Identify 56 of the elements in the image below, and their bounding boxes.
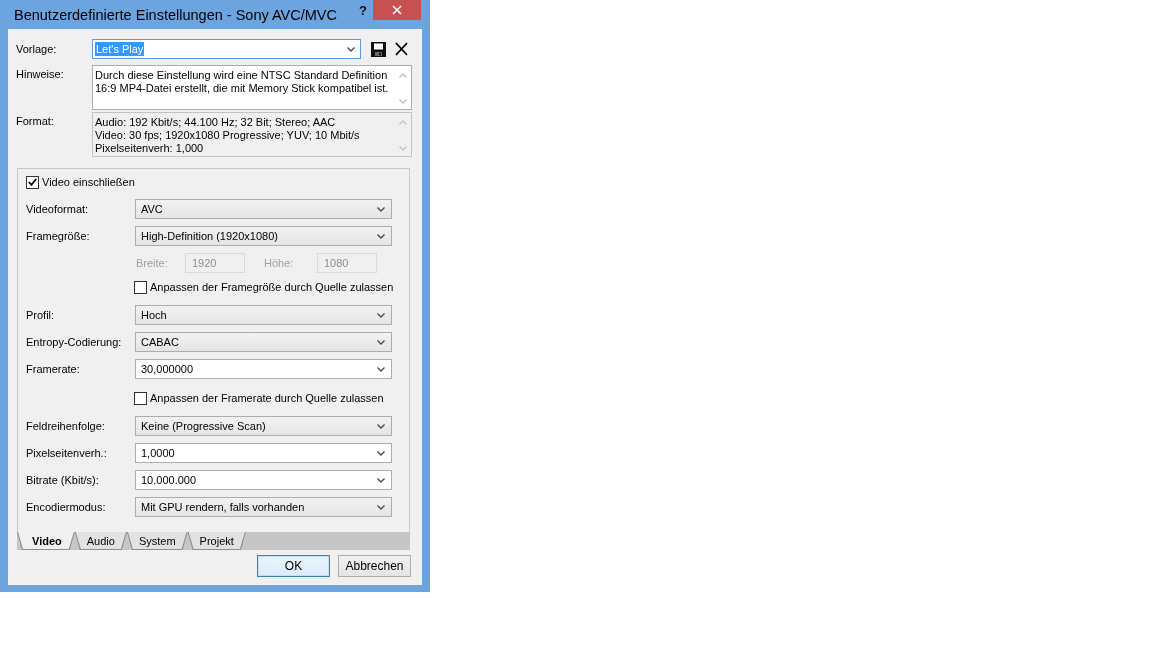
close-button[interactable] [373, 0, 421, 20]
dropdown[interactable]: Hoch [135, 305, 392, 325]
chevron-down-icon [377, 366, 385, 372]
dropdown[interactable]: High-Definition (1920x1080) [135, 226, 392, 246]
width-label: Breite: [135, 257, 169, 269]
window-title: Benutzerdefinierte Einstellungen - Sony AVC/MVC [14, 8, 338, 23]
tab[interactable]: System [126, 532, 188, 550]
height-label: Höhe: [263, 257, 295, 269]
checkmark-icon [28, 178, 37, 186]
checkbox[interactable] [26, 175, 39, 189]
ok-button[interactable]: OK [257, 555, 330, 577]
field-label: Framegröße: [26, 230, 91, 242]
chevron-down-icon [377, 233, 385, 239]
help-button[interactable]: ? [357, 3, 369, 17]
chevron-down-icon [377, 423, 385, 429]
dropdown[interactable]: CABAC [135, 332, 392, 352]
field-label: Profil: [26, 309, 56, 321]
delete-button[interactable] [395, 42, 408, 56]
close-icon [392, 5, 402, 15]
field-label: Videoformat: [26, 203, 90, 215]
field-label: Bitrate (Kbit/s): [26, 474, 100, 486]
chevron-down-icon [377, 312, 385, 318]
tab[interactable]: Projekt [187, 532, 246, 550]
chevron-down-icon [377, 504, 385, 510]
dropdown[interactable]: Keine (Progressive Scan) [135, 416, 392, 436]
format-line: Video: 30 fps; 1920x1080 Progressive; YUV; 10 Mbit/s [95, 129, 361, 142]
checkbox[interactable] [134, 280, 147, 294]
cancel-button[interactable]: Abbrechen [338, 555, 411, 577]
field-label: Pixelseitenverh.: [26, 447, 108, 459]
x-icon [395, 42, 408, 56]
tab[interactable]: Audio [74, 532, 127, 550]
format-line: Audio: 192 Kbit/s; 44.100 Hz; 32 Bit; Stereo; AAC [95, 116, 337, 129]
chevron-down-icon [347, 46, 355, 52]
field-label: Feldreihenfolge: [26, 420, 106, 432]
field-label: Hinweise: [16, 67, 65, 80]
field-label: Format: [16, 114, 55, 127]
format-line: Pixelseitenverh: 1,000 [95, 142, 205, 155]
dropdown[interactable]: AVC [135, 199, 392, 219]
checkbox-label[interactable]: Anpassen der Framerate durch Quelle zulassen [150, 392, 384, 404]
field-label: Encodiermodus: [26, 501, 107, 513]
checkbox-label[interactable]: Anpassen der Framegröße durch Quelle zulassen [150, 281, 394, 293]
save-button[interactable] [371, 41, 386, 57]
field-label: Entropy-Codierung: [26, 336, 123, 348]
dropdown[interactable]: Mit GPU rendern, falls vorhanden [135, 497, 392, 517]
chevron-down-icon [377, 477, 385, 483]
tab[interactable]: Video [17, 532, 75, 550]
chevron-down-icon [377, 450, 385, 456]
field-label: Vorlage: [16, 43, 58, 55]
chevron-down-icon [377, 206, 385, 212]
field-label: Framerate: [26, 363, 81, 375]
chevron-down-icon [377, 339, 385, 345]
combo-box[interactable]: 30,000000 [135, 359, 392, 379]
checkbox[interactable] [134, 391, 147, 405]
combo-box[interactable]: 1,0000 [135, 443, 392, 463]
combo-box[interactable]: 10.000.000 [135, 470, 392, 490]
checkbox-label[interactable]: Video einschließen [42, 176, 135, 188]
